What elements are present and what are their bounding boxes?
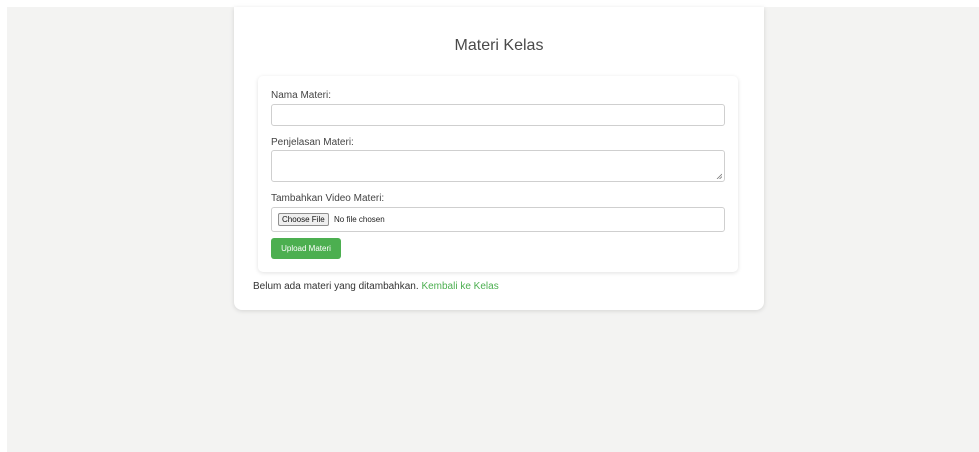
- upload-form: Nama Materi: Penjelasan Materi: Tambahka…: [258, 76, 738, 272]
- status-message: Belum ada materi yang ditambahkan. Kemba…: [253, 281, 499, 292]
- video-file-input[interactable]: Choose File No file chosen: [271, 207, 725, 232]
- page-title: Materi Kelas: [454, 37, 544, 54]
- resize-handle-icon[interactable]: [716, 173, 722, 179]
- video-materi-label: Tambahkan Video Materi:: [271, 193, 385, 204]
- content-card: Materi Kelas Nama Materi: Penjelasan Mat…: [234, 7, 764, 310]
- nama-materi-input[interactable]: [271, 104, 725, 126]
- back-to-class-link[interactable]: Kembali ke Kelas: [421, 281, 498, 292]
- penjelasan-materi-textarea[interactable]: [271, 150, 725, 182]
- penjelasan-materi-label: Penjelasan Materi:: [271, 137, 354, 148]
- choose-file-button[interactable]: Choose File: [278, 213, 329, 226]
- page-background: Materi Kelas Nama Materi: Penjelasan Mat…: [7, 7, 979, 452]
- no-file-text: No file chosen: [334, 215, 385, 224]
- nama-materi-label: Nama Materi:: [271, 90, 332, 101]
- empty-materi-text: Belum ada materi yang ditambahkan.: [253, 281, 419, 292]
- upload-materi-button[interactable]: Upload Materi: [271, 238, 341, 259]
